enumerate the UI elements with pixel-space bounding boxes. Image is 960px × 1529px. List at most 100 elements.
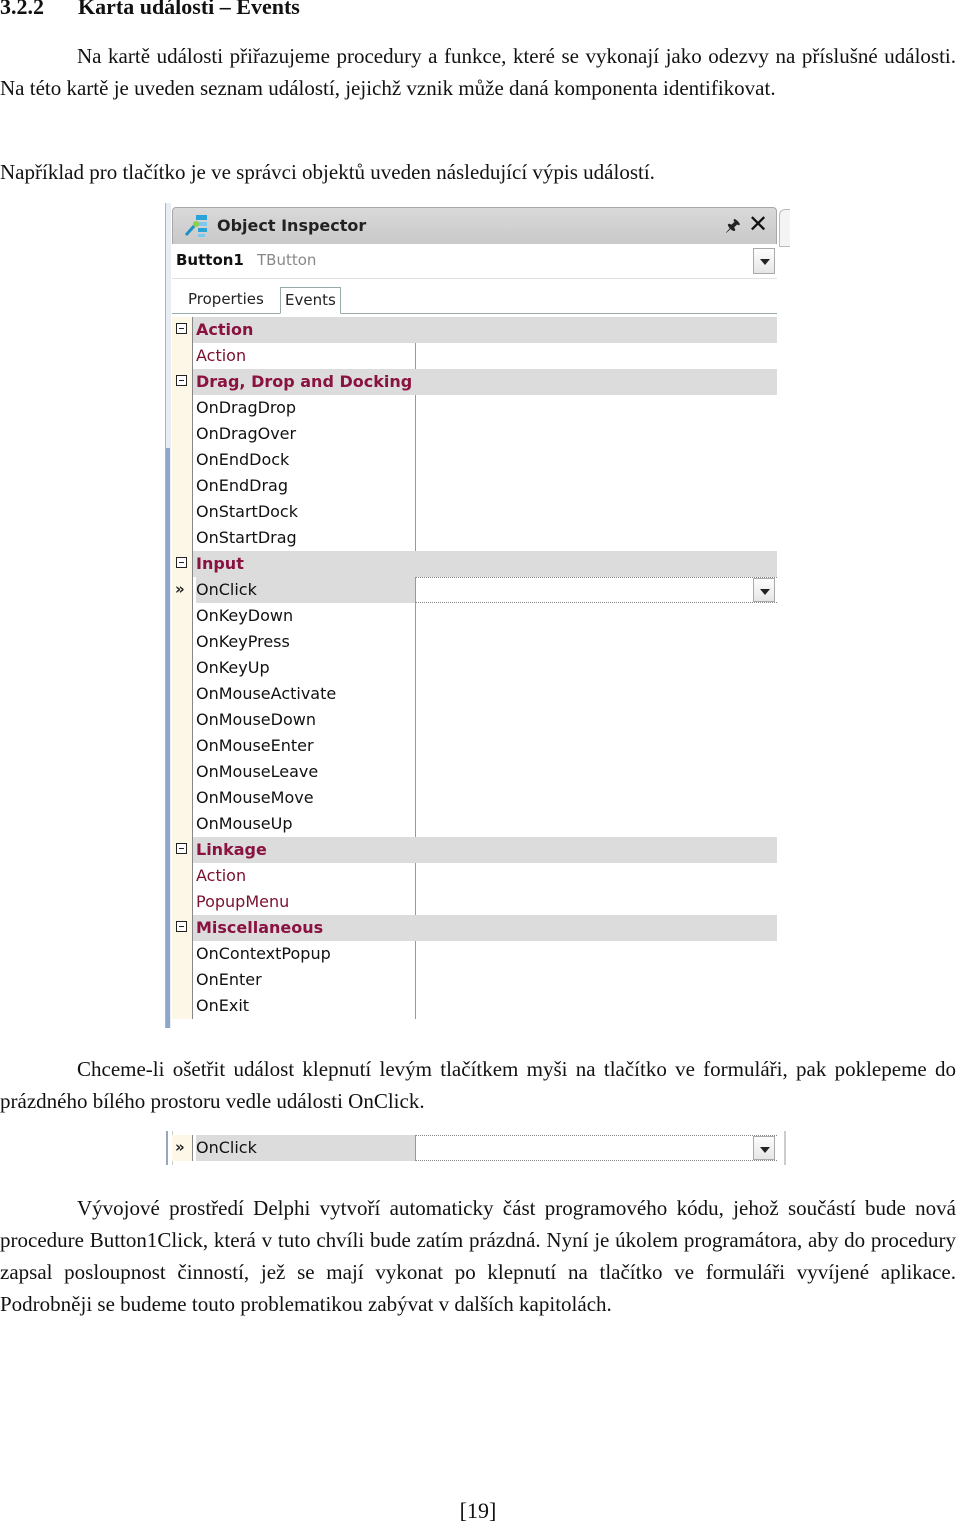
- event-row[interactable]: OnExit: [172, 993, 777, 1019]
- event-handler-field[interactable]: [415, 967, 778, 993]
- collapse-icon[interactable]: [176, 323, 187, 334]
- event-handler-field[interactable]: [415, 447, 778, 473]
- event-row[interactable]: OnMouseLeave: [172, 759, 777, 785]
- event-row[interactable]: OnEnter: [172, 967, 777, 993]
- event-handler-field[interactable]: [415, 811, 778, 837]
- event-row[interactable]: OnMouseActivate: [172, 681, 777, 707]
- event-handler-field[interactable]: [415, 889, 778, 915]
- paragraph-delphi: Vývojové prostředí Delphi vytvoří automa…: [0, 1196, 956, 1316]
- event-row[interactable]: OnEndDrag: [172, 473, 777, 499]
- event-handler-field[interactable]: [415, 395, 778, 421]
- event-label: OnEnter: [196, 970, 262, 989]
- event-row[interactable]: Action: [172, 863, 777, 889]
- event-label: Action: [196, 346, 247, 365]
- page-number: [19]: [459, 1498, 497, 1523]
- event-row[interactable]: OnKeyUp: [172, 655, 777, 681]
- event-row[interactable]: OnEndDock: [172, 447, 777, 473]
- event-handler-field[interactable]: [415, 681, 778, 707]
- section-title: Karta události – Events: [78, 0, 300, 19]
- event-handler-field[interactable]: [415, 343, 778, 369]
- collapse-icon[interactable]: [176, 921, 187, 932]
- event-row[interactable]: OnMouseDown: [172, 707, 777, 733]
- category-label: Linkage: [196, 840, 267, 859]
- event-row[interactable]: OnKeyDown: [172, 603, 777, 629]
- event-label: OnDragDrop: [196, 398, 297, 417]
- category-label: Action: [196, 320, 254, 339]
- event-label: OnStartDock: [196, 502, 298, 521]
- event-label: OnExit: [196, 996, 250, 1015]
- event-label: OnDragOver: [196, 424, 297, 443]
- event-label: OnClick: [196, 577, 415, 603]
- event-row[interactable]: OnMouseEnter: [172, 733, 777, 759]
- event-handler-field[interactable]: [415, 525, 778, 551]
- event-row[interactable]: OnDragDrop: [172, 395, 777, 421]
- event-row[interactable]: OnMouseUp: [172, 811, 777, 837]
- event-handler-field[interactable]: [415, 993, 778, 1019]
- event-handler-field[interactable]: [415, 759, 778, 785]
- pin-icon[interactable]: 🖈︎: [725, 213, 741, 242]
- event-row[interactable]: » OnClick: [172, 577, 777, 603]
- event-handler-dropdown[interactable]: [753, 1136, 775, 1160]
- collapse-icon[interactable]: [176, 375, 187, 386]
- event-row[interactable]: OnContextPopup: [172, 941, 777, 967]
- inspector-title: Object Inspector: [217, 216, 367, 235]
- event-label: OnMouseMove: [196, 788, 314, 807]
- object-name: Button1: [176, 251, 244, 269]
- event-label: OnKeyPress: [196, 632, 290, 651]
- inspector-title-bar[interactable]: Object Inspector 🖈︎ ✕: [172, 207, 777, 245]
- event-label: OnMouseUp: [196, 814, 293, 833]
- dock-edge: [165, 203, 171, 1028]
- event-label: OnKeyDown: [196, 606, 294, 625]
- event-handler-field[interactable]: [415, 629, 778, 655]
- collapse-icon[interactable]: [176, 843, 187, 854]
- object-selector[interactable]: Button1 TButton: [172, 244, 777, 279]
- category-row[interactable]: Action: [172, 317, 777, 343]
- tab-events[interactable]: Events: [280, 287, 341, 314]
- event-row[interactable]: PopupMenu: [172, 889, 777, 915]
- event-handler-field[interactable]: [415, 655, 778, 681]
- object-class: TButton: [257, 251, 317, 269]
- onclick-snippet: » OnClick: [166, 1131, 786, 1165]
- event-row[interactable]: OnStartDock: [172, 499, 777, 525]
- category-label: Drag, Drop and Docking: [196, 372, 413, 391]
- event-row[interactable]: OnKeyPress: [172, 629, 777, 655]
- object-inspector-icon: [184, 215, 207, 237]
- event-row-onclick[interactable]: » OnClick: [172, 1135, 784, 1161]
- event-handler-field[interactable]: [415, 1135, 777, 1161]
- event-handler-dropdown[interactable]: [753, 578, 775, 602]
- event-row[interactable]: Action: [172, 343, 777, 369]
- event-row[interactable]: OnStartDrag: [172, 525, 777, 551]
- category-row[interactable]: Linkage: [172, 837, 777, 863]
- object-inspector: Object Inspector 🖈︎ ✕ Button1 TButton Pr…: [165, 203, 790, 1028]
- event-handler-field[interactable]: [415, 785, 778, 811]
- event-handler-field[interactable]: [415, 577, 777, 603]
- category-row[interactable]: Input: [172, 551, 777, 577]
- section-heading: 3.2.2 Karta události – Events: [0, 0, 300, 20]
- event-handler-field[interactable]: [415, 941, 778, 967]
- event-label: OnEndDock: [196, 450, 290, 469]
- event-row[interactable]: OnDragOver: [172, 421, 777, 447]
- event-row[interactable]: OnMouseMove: [172, 785, 777, 811]
- event-label: OnContextPopup: [196, 944, 331, 963]
- event-handler-field[interactable]: [415, 863, 778, 889]
- category-row[interactable]: Miscellaneous: [172, 915, 777, 941]
- event-handler-field[interactable]: [415, 421, 778, 447]
- event-label: PopupMenu: [196, 892, 290, 911]
- object-selector-dropdown[interactable]: [753, 248, 775, 274]
- tab-properties[interactable]: Properties: [184, 287, 268, 312]
- category-label: Input: [196, 554, 244, 573]
- event-handler-field[interactable]: [415, 499, 778, 525]
- close-icon[interactable]: ✕: [748, 210, 768, 238]
- paragraph-onclick: Chceme-li ošetřit událost klepnutí levým…: [0, 1057, 956, 1113]
- event-handler-field[interactable]: [415, 603, 778, 629]
- event-label: OnMouseActivate: [196, 684, 337, 703]
- selected-row-indicator-icon: »: [175, 580, 185, 598]
- collapse-icon[interactable]: [176, 557, 187, 568]
- event-label: OnMouseLeave: [196, 762, 319, 781]
- adjacent-panel-edge: [779, 209, 790, 247]
- event-handler-field[interactable]: [415, 473, 778, 499]
- category-row[interactable]: Drag, Drop and Docking: [172, 369, 777, 395]
- event-handler-field[interactable]: [415, 733, 778, 759]
- paragraph-intro: Na kartě události přiřazujeme procedury …: [0, 44, 956, 100]
- event-handler-field[interactable]: [415, 707, 778, 733]
